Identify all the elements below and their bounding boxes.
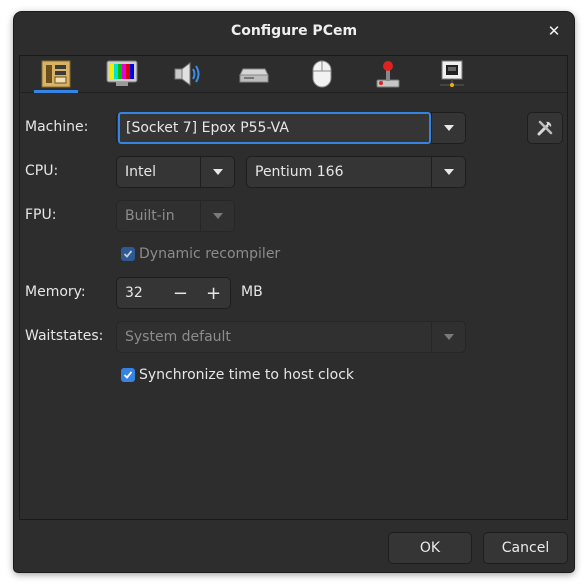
tab-input[interactable] <box>300 56 344 92</box>
window-title: Configure PCem <box>230 22 358 39</box>
ok-label: OK <box>419 540 441 556</box>
speaker-icon <box>174 62 200 86</box>
cpu-model-select[interactable]: Pentium 166 <box>246 156 466 188</box>
cpu-vendor-select[interactable]: Intel <box>116 156 235 188</box>
waitstates-select[interactable]: System default <box>116 321 466 353</box>
drive-icon <box>239 68 269 83</box>
machine-label: Machine: <box>25 119 89 135</box>
cpu-vendor-value: Intel <box>125 164 156 180</box>
checkmark-icon <box>123 250 133 258</box>
machine-dropdown-button[interactable] <box>432 113 465 143</box>
close-icon: ✕ <box>547 22 561 40</box>
machine-combo[interactable]: [Socket 7] Epox P55-VA <box>116 112 466 144</box>
fpu-dropdown[interactable] <box>201 201 234 231</box>
dynarec-checkbox[interactable] <box>121 247 135 261</box>
sync-time-checkbox[interactable] <box>121 368 135 382</box>
cancel-label: Cancel <box>501 540 550 556</box>
cpu-label: CPU: <box>25 163 59 179</box>
memory-spinbutton[interactable]: 32 − + <box>116 277 231 309</box>
memory-value[interactable]: 32 <box>117 285 163 301</box>
waitstates-dropdown[interactable] <box>432 322 465 352</box>
sync-time-label: Synchronize time to host clock <box>139 367 355 383</box>
network-icon <box>440 60 464 87</box>
cancel-button[interactable]: Cancel <box>483 532 568 564</box>
dynarec-label: Dynamic recompiler <box>139 246 281 262</box>
machine-configure-button[interactable] <box>527 112 563 144</box>
memory-unit: MB <box>241 284 263 300</box>
fpu-select[interactable]: Built-in <box>116 200 235 232</box>
machine-entry[interactable]: [Socket 7] Epox P55-VA <box>118 112 431 144</box>
motherboard-icon <box>41 60 71 88</box>
tab-sound[interactable] <box>166 56 210 92</box>
cpu-vendor-dropdown[interactable] <box>201 157 234 187</box>
fpu-label: FPU: <box>25 207 57 223</box>
plus-icon: + <box>205 282 222 304</box>
category-tabs <box>20 56 567 93</box>
tab-drives[interactable] <box>232 56 276 92</box>
fpu-value: Built-in <box>125 208 175 224</box>
waitstates-label: Waitstates: <box>25 328 104 344</box>
tab-joystick[interactable] <box>366 56 410 92</box>
minus-icon: − <box>172 282 189 304</box>
cpu-model-dropdown[interactable] <box>432 157 465 187</box>
monitor-icon <box>106 60 138 86</box>
chevron-down-icon <box>443 125 454 131</box>
checkmark-icon <box>123 371 133 379</box>
title-bar: Configure PCem ✕ <box>14 12 574 49</box>
memory-label: Memory: <box>25 284 86 300</box>
joystick-icon <box>376 61 400 88</box>
mouse-icon <box>312 60 332 88</box>
chevron-down-icon <box>443 169 454 175</box>
tools-icon <box>537 120 553 136</box>
ok-button[interactable]: OK <box>388 532 472 564</box>
tab-network[interactable] <box>430 56 474 92</box>
tab-machine[interactable] <box>34 56 78 93</box>
chevron-down-icon <box>212 213 223 219</box>
close-button[interactable]: ✕ <box>542 19 566 43</box>
settings-panel: Machine: [Socket 7] Epox P55-VA CPU: Int… <box>19 55 568 520</box>
tab-display[interactable] <box>100 56 144 92</box>
chevron-down-icon <box>212 169 223 175</box>
cpu-model-value: Pentium 166 <box>255 164 344 180</box>
chevron-down-icon <box>443 334 454 340</box>
configure-dialog: Configure PCem ✕ Machine: [Socket 7] Epo… <box>14 12 574 572</box>
memory-increase-button[interactable]: + <box>197 278 230 308</box>
memory-decrease-button[interactable]: − <box>164 278 197 308</box>
waitstates-value: System default <box>125 329 231 345</box>
